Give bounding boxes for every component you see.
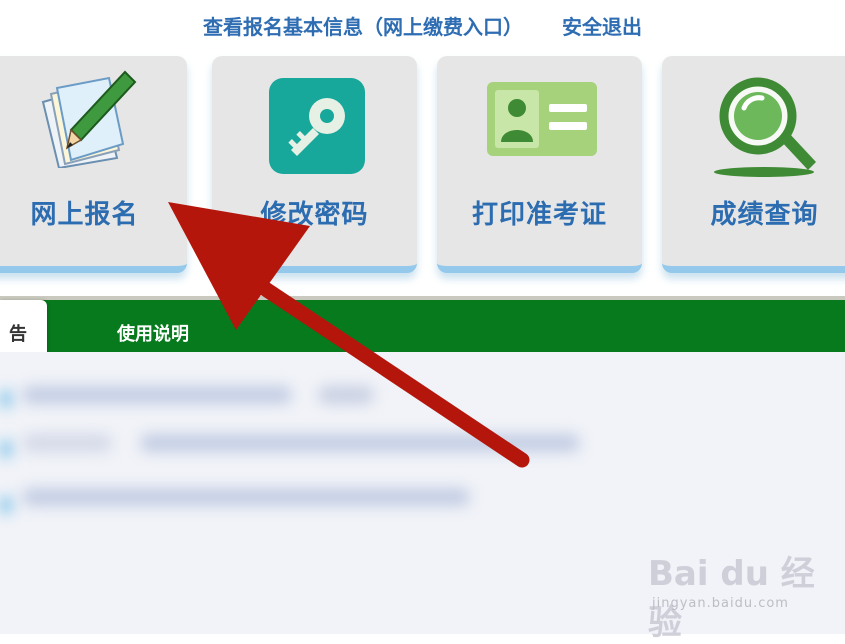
print-admission-ticket-tile[interactable]: 打印准考证	[437, 56, 642, 273]
register-pencil-icon	[41, 70, 137, 168]
tile-label: 修改密码	[260, 200, 369, 230]
list-item[interactable]	[0, 390, 12, 408]
key-icon	[269, 78, 365, 174]
list-item	[318, 386, 374, 404]
logout-link[interactable]: 安全退出	[562, 12, 642, 42]
tile-label: 网上报名	[30, 200, 139, 230]
tile-label: 成绩查询	[710, 200, 819, 230]
id-card-icon	[487, 82, 597, 156]
list-item[interactable]	[22, 434, 112, 452]
watermark-logo: Bai du 经验	[648, 554, 815, 643]
baidu-jingyan-watermark: Bai du 经验 jingyan.baidu.com	[648, 546, 828, 643]
tile-label: 打印准考证	[471, 200, 607, 230]
list-item[interactable]	[22, 386, 292, 404]
change-password-tile[interactable]: 修改密码	[212, 56, 417, 273]
watermark-url: jingyan.baidu.com	[652, 596, 789, 611]
top-links: 查看报名基本信息（网上缴费入口） 安全退出	[0, 12, 845, 42]
list-item[interactable]	[0, 496, 12, 514]
score-query-tile[interactable]: 成绩查询	[662, 56, 845, 273]
list-item[interactable]	[22, 488, 470, 506]
list-item[interactable]	[0, 440, 12, 458]
online-registration-tile[interactable]: 网上报名	[0, 56, 187, 273]
tab-usage-instructions[interactable]: 使用说明	[117, 320, 189, 346]
magnifier-icon	[714, 77, 816, 177]
list-item[interactable]	[140, 434, 580, 452]
view-registration-info-link[interactable]: 查看报名基本信息（网上缴费入口）	[203, 12, 523, 42]
tab-announcement-label: 告	[9, 324, 27, 345]
tab-announcement[interactable]: 告	[0, 300, 47, 357]
